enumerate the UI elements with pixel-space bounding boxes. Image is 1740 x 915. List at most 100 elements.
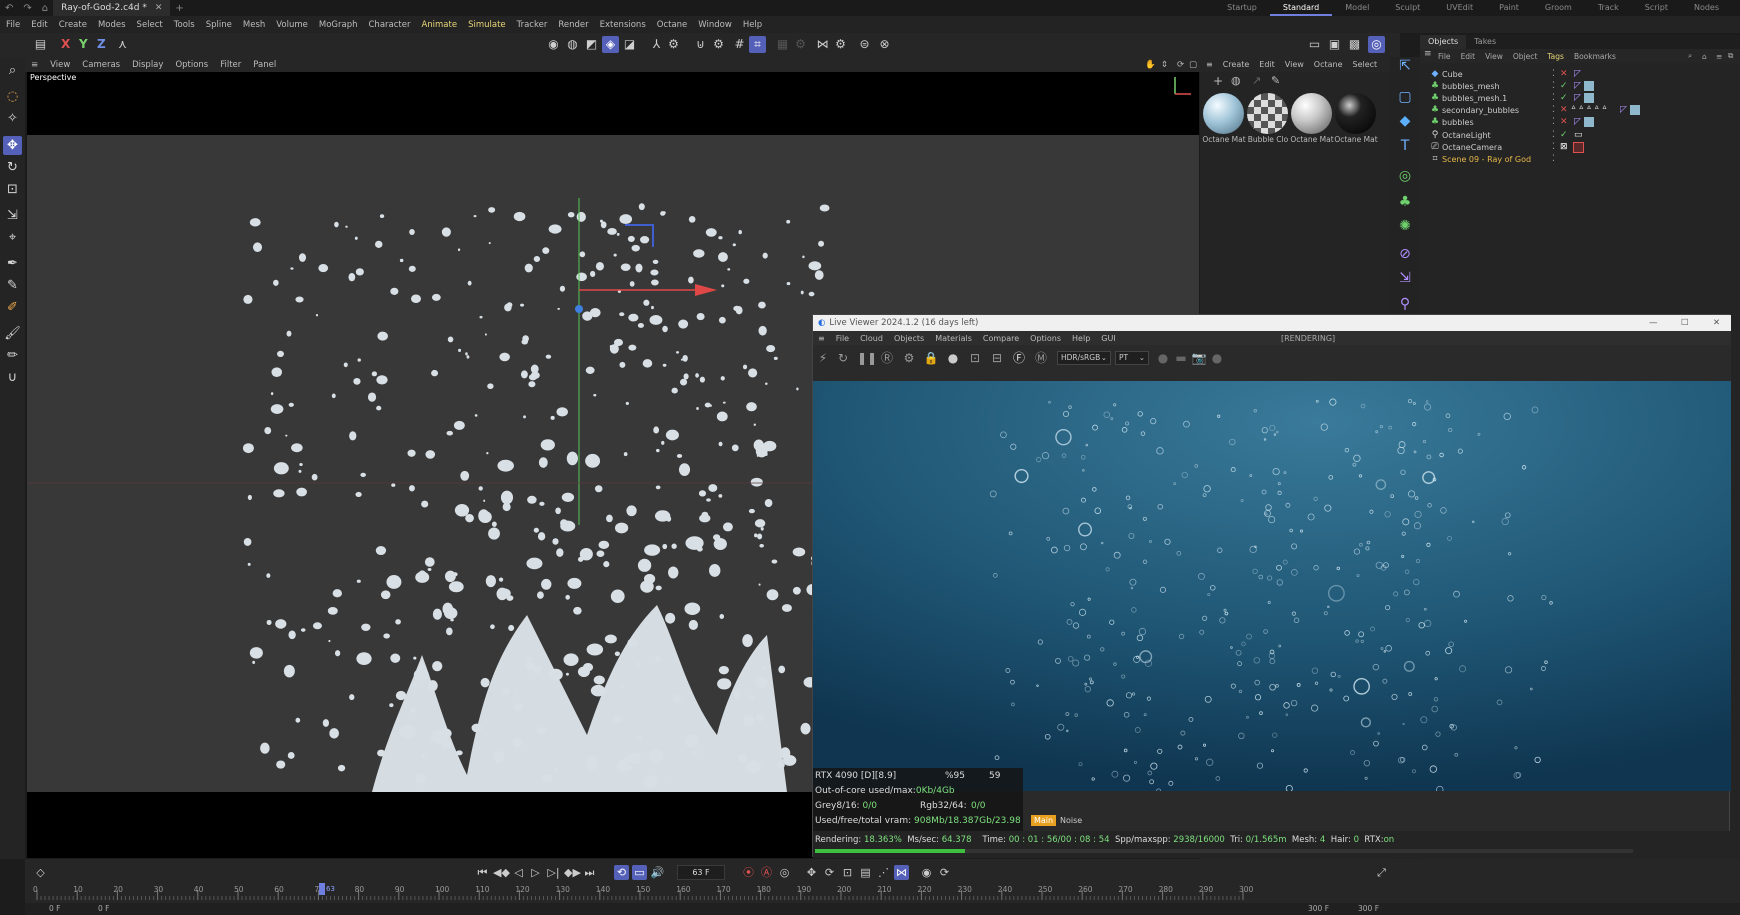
material-swatch-2[interactable] <box>1247 93 1288 134</box>
home-icon[interactable]: ⌂ <box>42 3 48 14</box>
visibility-dots-icon[interactable]: ⁚ <box>1552 130 1555 140</box>
menu-simulate[interactable]: Simulate <box>468 20 506 30</box>
menu-help[interactable]: Help <box>743 20 762 30</box>
material-swatch-3[interactable] <box>1291 93 1332 134</box>
playhead[interactable] <box>319 883 325 895</box>
camera-move-icon[interactable]: ⇱ <box>1396 57 1414 75</box>
menu-animate[interactable]: Animate <box>421 20 457 30</box>
field-icon[interactable]: ⇲ <box>1396 269 1414 287</box>
render-picture-viewer-icon[interactable]: ▩ <box>1346 36 1363 53</box>
visibility-dots-icon[interactable]: ⁚ <box>1552 142 1555 152</box>
axis-x-toggle[interactable]: X <box>61 37 70 51</box>
node-material-icon[interactable]: ◍ <box>1231 74 1241 87</box>
disabled-x-icon[interactable]: ✕ <box>1560 105 1568 115</box>
visibility-dots-icon[interactable]: ⁚ <box>1552 69 1555 79</box>
range-end-field[interactable]: 300 F <box>1358 904 1379 913</box>
document-tab[interactable]: Ray-of-God-2.c4d * ✕ <box>53 0 171 16</box>
disabled-x-icon[interactable]: ✕ <box>1560 69 1568 79</box>
timeline-expand-icon[interactable]: ⤢ <box>1374 865 1389 880</box>
keyframe-diamond-icon[interactable]: ◇ <box>33 865 48 880</box>
camera-target-icon[interactable]: ⊠ <box>1560 142 1568 152</box>
menu-tracker[interactable]: Tracker <box>517 20 548 30</box>
scale-tool-icon[interactable]: ⊡ <box>3 180 22 199</box>
region-select-icon[interactable]: ⊡ <box>967 350 983 366</box>
tag-icon[interactable]: ◸ <box>1574 81 1581 91</box>
octane-camera-tag-icon[interactable] <box>1573 141 1584 153</box>
play-range-icon[interactable]: ▭ <box>632 865 647 880</box>
viewport-menu-panel[interactable]: Panel <box>253 60 276 70</box>
viewport-menu-filter[interactable]: Filter <box>220 60 241 70</box>
tag-icon[interactable]: ◸ <box>1574 93 1581 103</box>
position-key-icon[interactable]: ✥ <box>804 865 819 880</box>
object-row[interactable]: ♣ bubbles ⁚ ✕ ◸ <box>1420 115 1740 129</box>
viewport-pan-icon[interactable]: ✋ <box>1145 60 1156 70</box>
cube-object-icon[interactable]: ◆ <box>1396 112 1414 130</box>
prev-frame-icon[interactable]: ◁ <box>511 865 526 880</box>
viewport-move-icon[interactable]: ⇕ <box>1161 60 1168 70</box>
lv-menu-cloud[interactable]: Cloud <box>860 334 883 343</box>
menu-character[interactable]: Character <box>369 20 411 30</box>
tag-icon[interactable]: ◸ <box>1574 69 1581 79</box>
objects-search-icon[interactable]: ⌕ <box>1688 51 1692 61</box>
save-image-icon[interactable]: ▬ <box>1173 350 1189 366</box>
layout-paint[interactable]: Paint <box>1486 0 1532 16</box>
magnet-icon[interactable]: ∪ <box>3 368 22 387</box>
tab-takes[interactable]: Takes <box>1466 35 1504 49</box>
points-mode-icon[interactable]: ◉ <box>545 36 562 53</box>
viewport-hamburger-icon[interactable]: ≡ <box>31 60 38 70</box>
minimize-icon[interactable]: — <box>1649 318 1658 328</box>
timeline-window-icon[interactable]: ⟳ <box>937 865 952 880</box>
objects-menu-file[interactable]: File <box>1438 52 1451 61</box>
eyedropper-icon[interactable]: ✎ <box>1271 74 1280 87</box>
menu-file[interactable]: File <box>6 20 20 30</box>
tab-main-stats[interactable]: Main <box>1031 815 1057 826</box>
viewport-menu-view[interactable]: View <box>50 60 70 70</box>
spline-sketch-icon[interactable]: ✎ <box>3 276 22 295</box>
menu-create[interactable]: Create <box>59 20 87 30</box>
disabled-x-icon[interactable]: ✕ <box>1560 117 1568 127</box>
scale-key-icon[interactable]: ⊡ <box>840 865 855 880</box>
viewport-rotate-icon[interactable]: ⟳ <box>1177 60 1184 70</box>
coordinate-system-icon[interactable]: ⋏ <box>114 36 131 53</box>
next-frame-icon[interactable]: ▷| <box>546 865 561 880</box>
viewport-maximize-icon[interactable]: ▢ <box>1189 60 1197 70</box>
commander-icon[interactable]: ✧ <box>3 109 22 128</box>
material-tag-icon[interactable] <box>1584 93 1594 103</box>
edges-mode-icon[interactable]: ◍ <box>564 36 581 53</box>
menu-window[interactable]: Window <box>698 20 732 30</box>
viewport-menu-options[interactable]: Options <box>175 60 208 70</box>
generator-icon[interactable]: ◎ <box>1396 167 1414 185</box>
send-scene-icon[interactable]: ⚡ <box>815 350 831 366</box>
menu-mesh[interactable]: Mesh <box>243 20 265 30</box>
lock-workplane-icon[interactable]: ⊗ <box>876 36 893 53</box>
objects-hamburger-icon[interactable]: ≡ <box>1424 49 1432 59</box>
tab-noise-stats[interactable]: Noise <box>1057 815 1085 826</box>
uv-mode-icon[interactable]: ◪ <box>621 36 638 53</box>
live-selection-icon[interactable]: ◌ <box>3 87 22 106</box>
tab-objects[interactable]: Objects <box>1420 35 1467 49</box>
octane-light-tag-icon[interactable]: ▭ <box>1574 130 1583 140</box>
live-viewer-hamburger-icon[interactable]: ≡ <box>818 334 825 343</box>
placement-tool-icon[interactable]: ⌖ <box>3 228 22 247</box>
render-region-icon[interactable]: ▭ <box>1306 36 1323 53</box>
undo-icon[interactable]: ↶ <box>5 3 13 14</box>
close-window-icon[interactable]: ✕ <box>1713 318 1720 328</box>
symmetry-icon[interactable]: ⊜ <box>856 36 873 53</box>
workplane-settings-icon[interactable]: ⚙ <box>832 36 849 53</box>
lv-menu-file[interactable]: File <box>836 334 849 343</box>
interpolation-icon[interactable]: ⋈ <box>894 865 909 880</box>
layout-startup[interactable]: Startup <box>1214 0 1270 16</box>
lv-menu-compare[interactable]: Compare <box>983 334 1019 343</box>
menu-render[interactable]: Render <box>558 20 588 30</box>
redo-icon[interactable]: ↷ <box>23 3 31 14</box>
render-output[interactable] <box>813 381 1731 791</box>
material-picker-icon[interactable]: Ⓜ <box>1033 350 1049 366</box>
live-viewer-titlebar[interactable]: ◐ Live Viewer 2024.1.2 (16 days left) — … <box>813 315 1731 331</box>
text-object-icon[interactable]: T <box>1396 137 1414 155</box>
range-start-field[interactable]: 0 F <box>49 904 60 913</box>
spline-smooth-icon[interactable]: ✐ <box>3 298 22 317</box>
camera-snapshot-icon[interactable]: 📷 <box>1191 350 1207 366</box>
link-material-icon[interactable]: ↗ <box>1252 74 1261 87</box>
close-tab-icon[interactable]: ✕ <box>155 3 163 13</box>
material-swatch-4[interactable] <box>1335 93 1376 134</box>
